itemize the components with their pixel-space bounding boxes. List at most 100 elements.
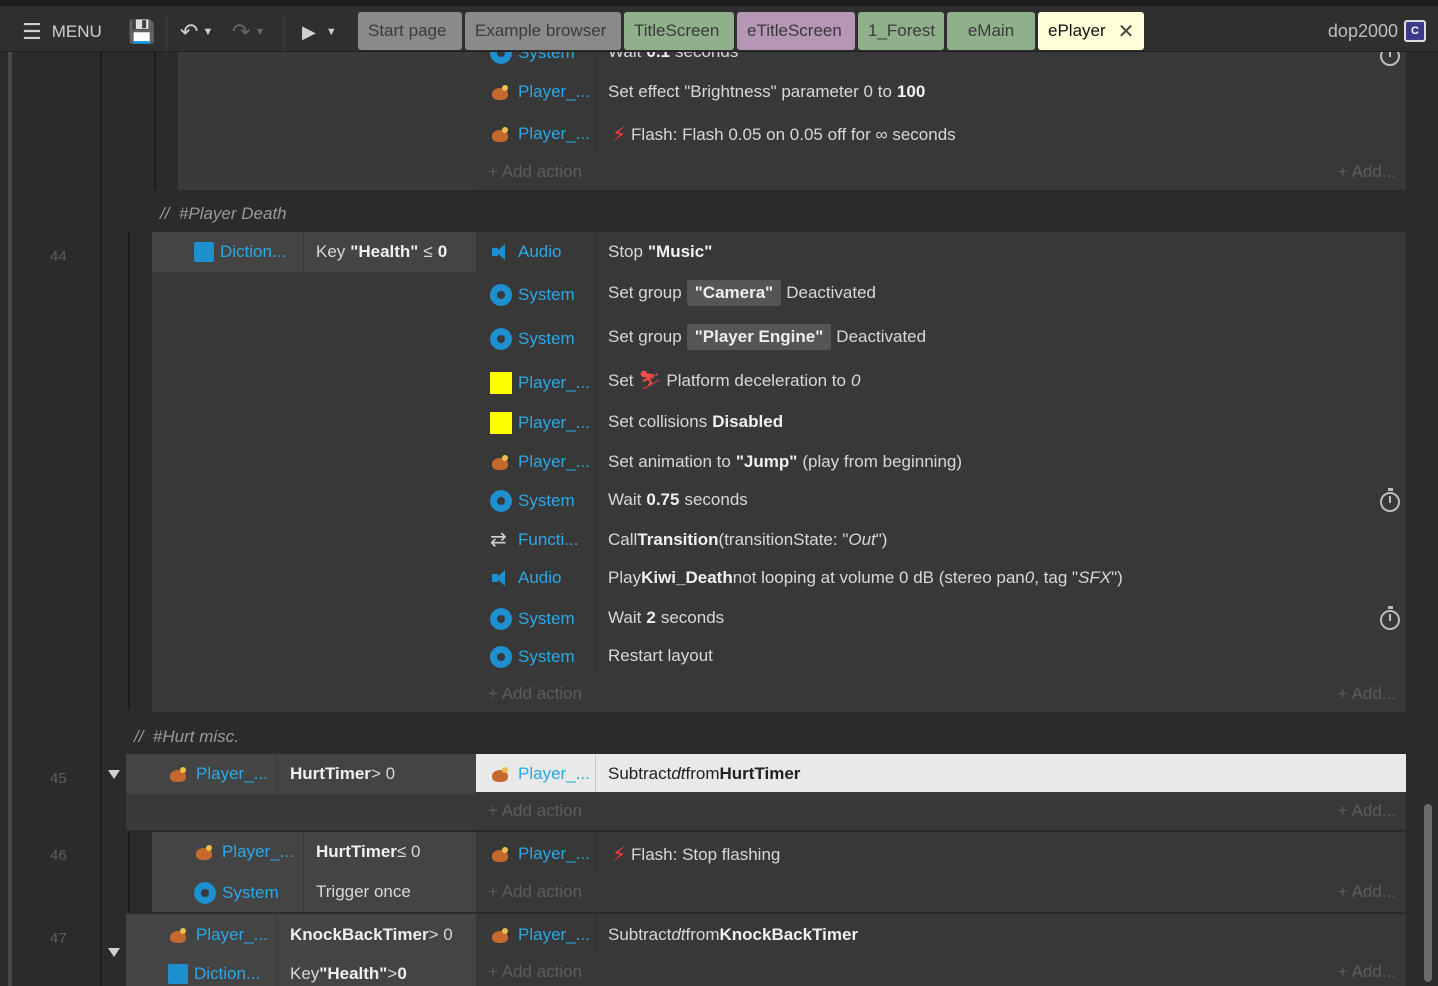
action-object-system[interactable]: System	[490, 490, 575, 512]
add-action-link[interactable]: + Add action	[488, 162, 582, 182]
condition-block[interactable]	[152, 232, 476, 712]
close-icon[interactable]: ✕	[1118, 19, 1135, 44]
action-text[interactable]: Stop "Music"	[608, 242, 712, 262]
column-divider	[303, 832, 304, 912]
action-object-system[interactable]: System	[490, 284, 575, 306]
add-action-link[interactable]: + Add action	[488, 801, 582, 821]
action-object-system[interactable]: System	[490, 608, 575, 630]
action-text[interactable]: Subtract dt from HurtTimer	[608, 764, 800, 784]
condition-text[interactable]: Trigger once	[316, 882, 411, 902]
condition-object-system[interactable]: System	[194, 882, 279, 904]
user-account[interactable]: dop2000 C	[1328, 20, 1426, 42]
add-action-link[interactable]: + Add action	[488, 684, 582, 704]
action-object-system[interactable]: System	[490, 646, 575, 668]
action-text[interactable]: Set group "Camera" Deactivated	[608, 280, 876, 306]
action-text[interactable]: ⚡ Flash: Stop flashing	[612, 842, 780, 867]
redo-button[interactable]: ↷ ▼	[232, 10, 265, 54]
gear-icon	[490, 328, 512, 350]
tab-etitlescreen[interactable]: eTitleScreen	[737, 12, 855, 50]
save-icon[interactable]: 💾	[128, 10, 155, 54]
tab-label: eMain	[967, 21, 1015, 40]
condition-text[interactable]: Key "Health" ≤ 0	[316, 242, 447, 262]
tab-1-forest[interactable]: 1_Forest	[858, 12, 944, 50]
collapse-triangle-icon[interactable]	[108, 948, 120, 957]
action-object-audio[interactable]: Audio	[490, 242, 561, 262]
action-text[interactable]: Set group "Player Engine" Deactivated	[608, 324, 926, 350]
vertical-scrollbar[interactable]	[1424, 804, 1432, 982]
undo-icon: ↶	[180, 19, 199, 44]
action-text[interactable]: Set effect "Brightness" parameter 0 to 10…	[608, 82, 925, 102]
indent-line	[100, 52, 102, 986]
action-text[interactable]: Wait 0.1 seconds	[608, 52, 738, 62]
tab-example-browser[interactable]: Example browser	[465, 12, 621, 50]
column-divider	[276, 914, 277, 986]
tab-label: 1_Forest	[868, 21, 936, 40]
event-number: 46	[50, 847, 67, 864]
action-text[interactable]: Set collisions Disabled	[608, 412, 783, 432]
action-text[interactable]: Subtract dt from KnockBackTimer	[608, 925, 858, 945]
lightning-icon: ⚡	[612, 844, 627, 866]
condition-text[interactable]: Key "Health" > 0	[290, 964, 407, 984]
condition-object-dictionary[interactable]: Diction...	[168, 964, 260, 984]
condition-text[interactable]: HurtTimer ≤ 0	[316, 842, 420, 862]
yellow-sprite-icon	[490, 412, 512, 434]
action-object-player[interactable]: Player_...	[490, 764, 590, 784]
action-text[interactable]: Call Transition (transitionState: " Out ")	[608, 530, 887, 550]
action-text[interactable]: Wait 2 seconds	[608, 608, 724, 628]
action-object-audio[interactable]: Audio	[490, 568, 561, 588]
action-text[interactable]: Set animation to "Jump" (play from begin…	[608, 452, 962, 472]
player-sprite-icon	[490, 452, 512, 472]
comment-player-death[interactable]: // #Player Death	[160, 204, 287, 224]
tab-titlescreen[interactable]: TitleScreen	[624, 12, 734, 50]
lightning-icon: ⚡	[612, 124, 627, 146]
add-more-link[interactable]: + Add...	[1338, 684, 1396, 704]
add-more-link[interactable]: + Add...	[1338, 882, 1396, 902]
menu-button[interactable]: ☰ MENU	[22, 10, 102, 54]
action-text[interactable]: Wait 0.75 seconds	[608, 490, 748, 510]
player-sprite-icon	[168, 925, 190, 945]
action-object-player[interactable]: Player_...	[490, 452, 590, 472]
action-text[interactable]: ⚡ Flash: Flash 0.05 on 0.05 off for ∞ sec…	[612, 122, 956, 147]
action-object-player[interactable]: Player_...	[490, 412, 590, 434]
add-more-link[interactable]: + Add...	[1338, 162, 1396, 182]
tab-label: TitleScreen	[634, 21, 720, 40]
comment-hurt-misc[interactable]: // #Hurt misc.	[134, 727, 239, 747]
action-object-player[interactable]: Player_...	[490, 844, 590, 864]
add-more-link[interactable]: + Add...	[1338, 801, 1396, 821]
action-object-player[interactable]: Player_...	[490, 82, 590, 102]
tab-emain[interactable]: eMain	[947, 12, 1035, 50]
player-sprite-icon	[490, 844, 512, 864]
gear-icon	[490, 608, 512, 630]
collapse-triangle-icon[interactable]	[108, 770, 120, 779]
action-object-system[interactable]: System	[490, 328, 575, 350]
action-object-player[interactable]: Player_...	[490, 925, 590, 945]
action-object-system[interactable]: System	[490, 52, 575, 64]
add-action-link[interactable]: + Add action	[488, 962, 582, 982]
action-text[interactable]: Restart layout	[608, 646, 713, 666]
add-more-link[interactable]: + Add...	[1338, 962, 1396, 982]
action-block	[476, 52, 1406, 190]
condition-object-dictionary[interactable]: Diction...	[194, 242, 286, 262]
condition-block[interactable]	[178, 52, 476, 190]
add-action-link[interactable]: + Add action	[488, 882, 582, 902]
condition-object-player[interactable]: Player_...	[168, 764, 268, 784]
condition-object-player[interactable]: Player_...	[168, 925, 268, 945]
tab-eplayer[interactable]: ePlayer ✕	[1038, 12, 1144, 50]
undo-button[interactable]: ↶ ▼	[180, 10, 213, 54]
action-text[interactable]: Set ⛷ Platform deceleration to 0	[608, 370, 860, 391]
gear-icon	[490, 490, 512, 512]
menu-label: MENU	[51, 22, 102, 41]
column-divider	[595, 754, 596, 792]
condition-text[interactable]: HurtTimer > 0	[290, 764, 395, 784]
tab-start-page[interactable]: Start page	[358, 12, 462, 50]
action-object-function[interactable]: ⇄ Functi...	[490, 530, 578, 550]
condition-object-player[interactable]: Player_...	[194, 842, 294, 862]
dictionary-icon	[168, 964, 188, 984]
indent-line	[128, 232, 130, 710]
action-text[interactable]: Play Kiwi_Death not looping at volume 0 …	[608, 568, 1123, 588]
player-sprite-icon	[490, 82, 512, 102]
condition-text[interactable]: KnockBackTimer > 0	[290, 925, 453, 945]
preview-button[interactable]: ▶ ▼	[302, 10, 337, 54]
action-object-player[interactable]: Player_...	[490, 124, 590, 144]
action-object-player[interactable]: Player_...	[490, 372, 590, 394]
